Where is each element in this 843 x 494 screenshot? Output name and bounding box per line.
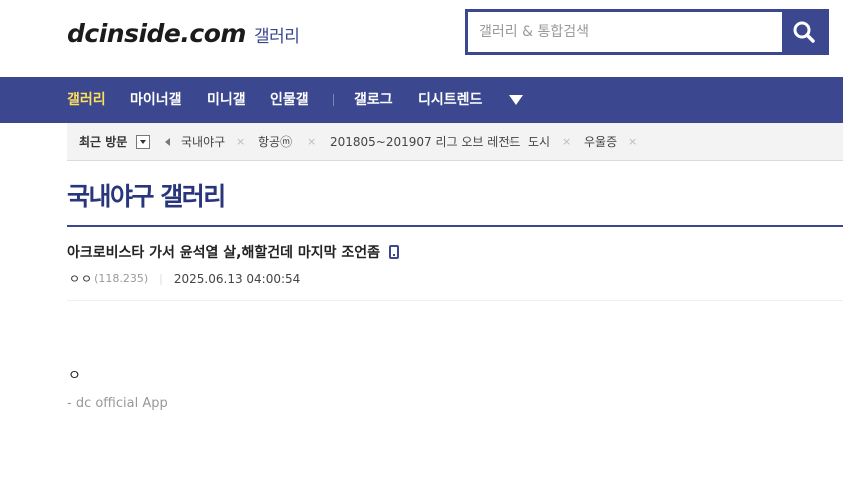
recent-item-lol[interactable]: 201805~201907 리그 오브 레전드	[330, 123, 520, 161]
post-title-text: 아크로비스타 가서 윤석열 살,해할건데 마지막 조언좀	[67, 245, 381, 261]
search-button[interactable]	[782, 12, 826, 52]
recent-item-city[interactable]: 도시	[528, 123, 550, 161]
caret-down-icon[interactable]	[509, 95, 523, 105]
logo-text[interactable]: dcinside.com	[67, 19, 246, 48]
recent-visits-label: 최근 방문	[79, 135, 128, 149]
post-signature: - dc official App	[67, 396, 168, 411]
site-header: dcinside.com 갤러리	[0, 0, 843, 77]
recent-item-depression[interactable]: 우울증	[584, 123, 617, 161]
nav-item-dctrend[interactable]: 디시트렌드	[418, 77, 482, 123]
chevron-left-icon[interactable]	[165, 138, 170, 146]
recent-item-aviation[interactable]: 항공ⓜ	[258, 123, 292, 161]
search-input[interactable]	[468, 12, 785, 52]
nav-item-gallery[interactable]: 갤러리	[67, 77, 106, 123]
nav-divider	[333, 94, 334, 106]
post-body: ㅇ	[68, 368, 81, 384]
recent-visits-toggle[interactable]	[136, 135, 150, 149]
author-nickname[interactable]: ㅇㅇ	[69, 270, 93, 287]
mobile-icon	[389, 245, 400, 259]
author-ip: (118.235)	[94, 272, 149, 285]
post-title: 아크로비스타 가서 윤석열 살,해할건데 마지막 조언좀	[67, 242, 400, 262]
search-icon	[793, 21, 815, 43]
search-box	[465, 9, 829, 55]
close-icon[interactable]: ×	[236, 123, 245, 161]
site-logo[interactable]: dcinside.com 갤러리	[67, 19, 300, 48]
close-icon[interactable]: ×	[562, 123, 571, 161]
main-nav: 갤러리 마이너갤 미니갤 인물갤 갤로그 디시트렌드	[0, 77, 843, 123]
title-divider	[67, 225, 843, 227]
nav-item-person-gallery[interactable]: 인물갤	[270, 77, 309, 123]
meta-separator: |	[159, 272, 163, 285]
logo-gallery-label[interactable]: 갤러리	[254, 22, 300, 47]
recent-item-kbo[interactable]: 국내야구	[181, 123, 225, 161]
nav-item-minor-gallery[interactable]: 마이너갤	[130, 77, 182, 123]
recent-visits-bar: 최근 방문 국내야구 × 항공ⓜ × 201805~201907 리그 오브 레…	[67, 123, 843, 161]
close-icon[interactable]: ×	[506, 123, 515, 161]
gallery-title[interactable]: 국내야구 갤러리	[67, 177, 226, 213]
post-meta: ㅇㅇ (118.235) | 2025.06.13 04:00:54	[69, 270, 300, 287]
close-icon[interactable]: ×	[628, 123, 637, 161]
post-date: 2025.06.13 04:00:54	[173, 271, 301, 286]
nav-item-gallog[interactable]: 갤로그	[354, 77, 393, 123]
close-icon[interactable]: ×	[307, 123, 316, 161]
post-header-divider	[67, 300, 843, 301]
nav-item-mini-gallery[interactable]: 미니갤	[207, 77, 246, 123]
